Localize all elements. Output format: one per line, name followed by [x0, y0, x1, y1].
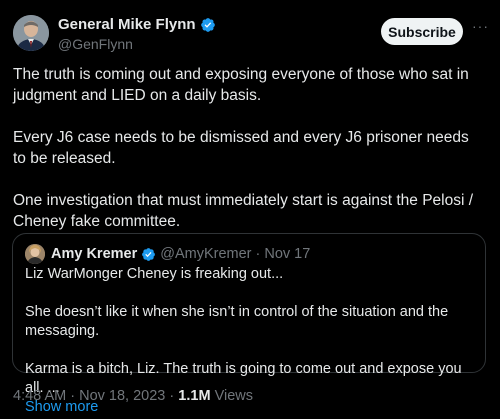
meta-separator: · [169, 388, 175, 404]
tweet: General Mike Flynn @GenFlynn Subscribe ·… [0, 0, 500, 419]
views-label: Views [214, 388, 253, 404]
author-name-row: General Mike Flynn [58, 16, 216, 33]
tweet-paragraph: One investigation that must immediately … [13, 192, 474, 230]
subscribe-button[interactable]: Subscribe [381, 18, 463, 45]
views-count: 1.1M [178, 388, 211, 404]
verified-badge-icon [200, 17, 216, 33]
tweet-text: The truth is coming out and exposing eve… [13, 64, 485, 253]
tweet-date[interactable]: Nov 18, 2023 [79, 388, 165, 404]
author-display-name[interactable]: General Mike Flynn [58, 16, 196, 33]
quoted-tweet[interactable]: Amy Kremer @AmyKremer · Nov 17 Liz WarMo… [12, 233, 486, 415]
tweet-paragraph: Every J6 case needs to be dismissed and … [13, 129, 469, 167]
tweet-meta: 4:48 AM · Nov 18, 2023 · 1.1M Views [13, 388, 253, 404]
quote-header: Amy Kremer @AmyKremer · Nov 17 [25, 244, 310, 264]
quote-paragraph: Liz WarMonger Cheney is freaking out... [25, 266, 284, 282]
more-horizontal-icon[interactable]: ··· [472, 19, 490, 38]
author-avatar[interactable] [13, 15, 49, 51]
verified-badge-icon [141, 247, 156, 262]
quote-author-name: Amy Kremer [51, 246, 138, 262]
quote-separator: · [255, 246, 261, 262]
tweet-time[interactable]: 4:48 AM [13, 388, 66, 404]
quote-author-avatar[interactable] [25, 244, 45, 264]
quote-date: Nov 17 [264, 246, 311, 262]
quote-paragraph: She doesn’t like it when she isn’t in co… [25, 304, 449, 339]
author-handle[interactable]: @GenFlynn [58, 36, 133, 52]
tweet-paragraph: The truth is coming out and exposing eve… [13, 66, 469, 104]
meta-separator: · [70, 388, 76, 404]
quote-author-handle: @AmyKremer [160, 246, 252, 262]
